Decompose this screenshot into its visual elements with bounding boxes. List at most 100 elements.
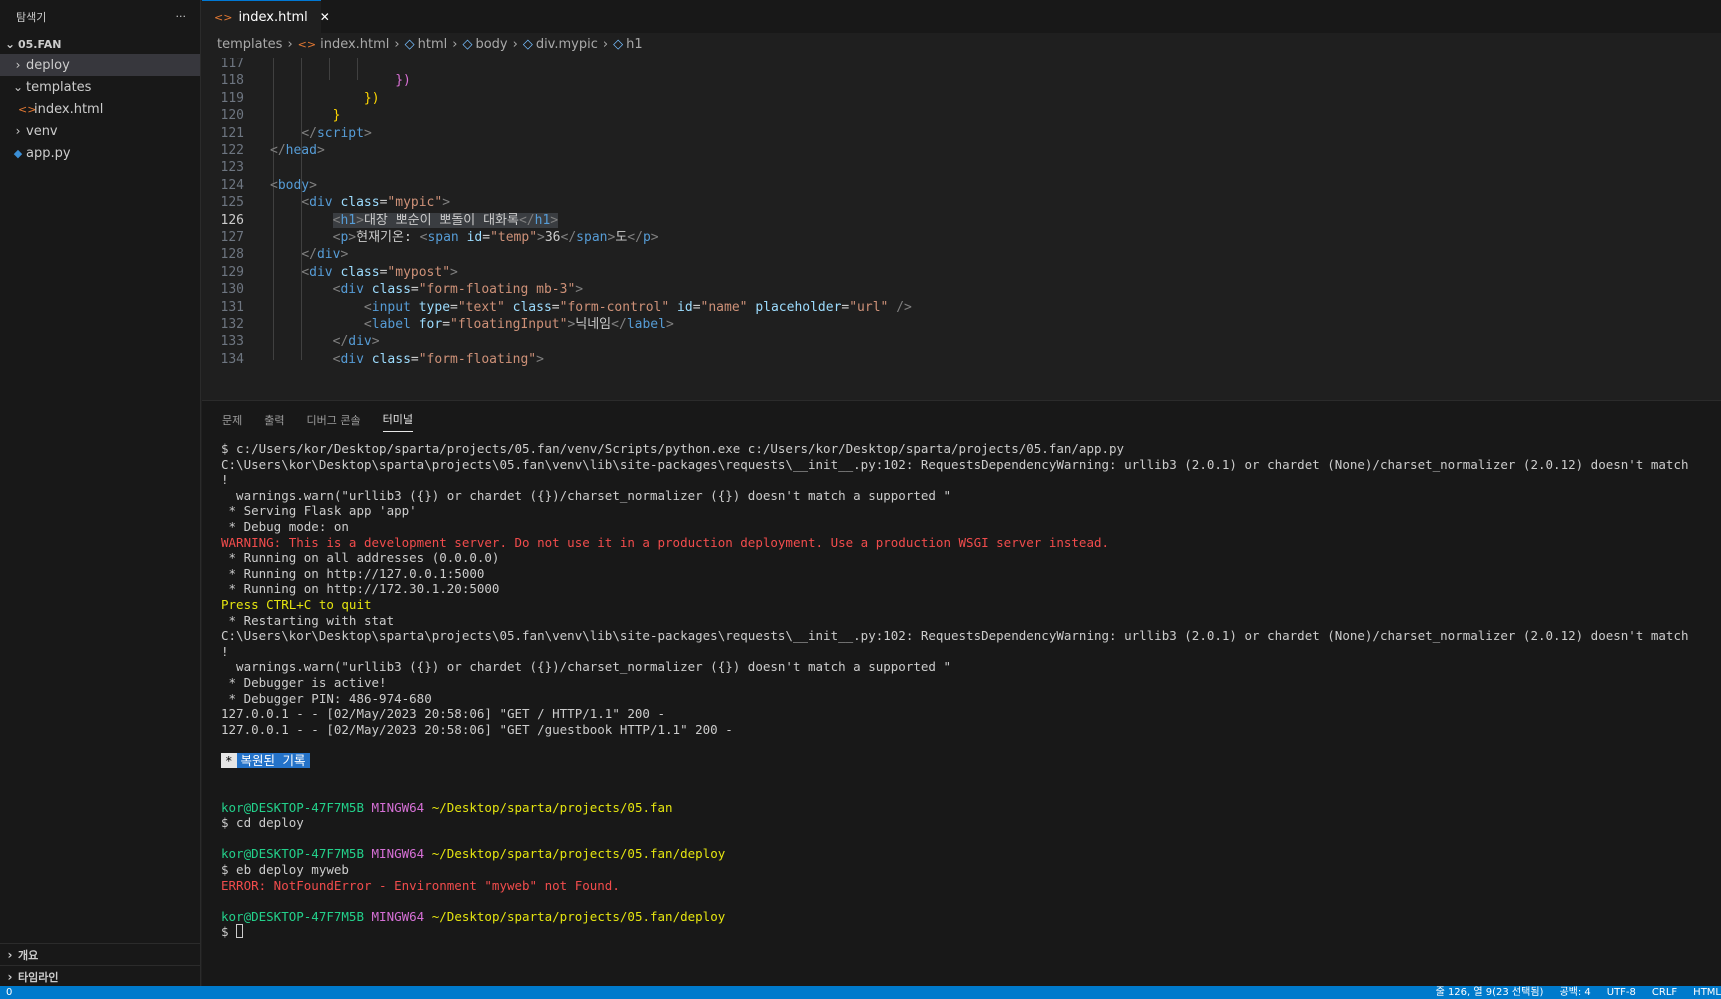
code-line[interactable]: <label for="floatingInput">닉네임</label> bbox=[270, 315, 674, 334]
tree-item-app-py[interactable]: ◆ app.py bbox=[0, 142, 200, 164]
terminal-line: $ eb deploy myweb bbox=[221, 862, 349, 878]
code-line[interactable]: <div class="mypic"> bbox=[270, 193, 450, 212]
code-line[interactable]: </div> bbox=[270, 245, 348, 264]
code-line[interactable]: }) bbox=[270, 71, 411, 90]
line-number: 133 bbox=[220, 334, 244, 350]
code-line[interactable]: </script> bbox=[270, 124, 371, 143]
terminal-line: $ bbox=[221, 924, 1721, 940]
restored-star: * bbox=[221, 752, 237, 768]
prompt-user: kor@DESKTOP-47F7M5B bbox=[221, 799, 364, 815]
panel-tab[interactable]: 디버그 콘솔 bbox=[307, 401, 361, 441]
code-line[interactable]: <h1>대장 뽀순이 뽀돌이 대화록</h1> bbox=[270, 211, 559, 230]
code-line[interactable]: </div> bbox=[270, 332, 380, 351]
terminal-line: * Restarting with stat bbox=[221, 612, 395, 628]
terminal-line: kor@DESKTOP-47F7M5B MINGW64 ~/Desktop/sp… bbox=[221, 909, 1721, 925]
breadcrumb-item[interactable]: templates bbox=[217, 37, 282, 52]
terminal-line: $ cd deploy bbox=[221, 815, 304, 831]
tree-item-label: templates bbox=[26, 79, 92, 95]
terminal-output[interactable]: $ c:/Users/kor/Desktop/sparta/projects/0… bbox=[221, 441, 1721, 940]
tree-item-deploy[interactable]: › deploy bbox=[0, 54, 200, 76]
code-line[interactable]: <div class="form-floating mb-3"> bbox=[270, 280, 583, 299]
explorer-title: 탐색기 bbox=[16, 10, 47, 24]
breadcrumb-item[interactable]: h1 bbox=[626, 37, 643, 52]
status-item[interactable]: 줄 126, 열 9(23 선택됨) bbox=[1436, 986, 1544, 999]
terminal-line: * Serving Flask app 'app' bbox=[221, 503, 417, 519]
status-item[interactable]: CRLF bbox=[1652, 986, 1677, 999]
terminal-line: * Debugger PIN: 486-974-680 bbox=[221, 690, 432, 706]
terminal-line: warnings.warn("urllib3 ({}) or chardet (… bbox=[221, 487, 951, 503]
terminal-line: ! bbox=[221, 643, 229, 659]
project-folder[interactable]: ⌄ 05.FAN bbox=[0, 34, 200, 54]
terminal-line: C:\Users\kor\Desktop\sparta\projects\05.… bbox=[221, 628, 1689, 644]
breadcrumb-item[interactable]: html bbox=[418, 37, 448, 52]
tree-item-templates[interactable]: ⌄ templates bbox=[0, 76, 200, 98]
chevron-right-icon: › bbox=[7, 969, 13, 984]
code-line[interactable]: <body> bbox=[270, 176, 317, 195]
breadcrumb-item[interactable]: body bbox=[475, 37, 507, 52]
terminal-cursor[interactable] bbox=[236, 924, 244, 939]
outline-section[interactable]: › 개요 bbox=[0, 943, 201, 965]
prompt-system: MINGW64 bbox=[371, 908, 425, 924]
prompt-system: MINGW64 bbox=[371, 846, 425, 862]
terminal-line: * Debug mode: on bbox=[221, 518, 349, 534]
prompt-system: MINGW64 bbox=[371, 799, 425, 815]
line-number: 118 bbox=[220, 73, 244, 89]
status-item[interactable]: HTML bbox=[1693, 986, 1721, 999]
terminal-line: Press CTRL+C to quit bbox=[221, 596, 372, 612]
chevron-right-icon: › bbox=[602, 36, 609, 52]
breadcrumb-item[interactable]: div.mypic bbox=[536, 37, 598, 52]
html-file-icon: <> bbox=[297, 37, 317, 51]
status-left[interactable]: 0 bbox=[6, 986, 12, 999]
line-number: 128 bbox=[220, 247, 244, 263]
element-icon: ◇ bbox=[522, 36, 533, 52]
breadcrumb-item[interactable]: index.html bbox=[320, 37, 389, 52]
chevron-right-icon: › bbox=[512, 36, 518, 52]
close-icon[interactable]: ✕ bbox=[320, 10, 330, 24]
tree-item-label: app.py bbox=[26, 145, 71, 161]
more-actions-icon[interactable]: ··· bbox=[176, 10, 187, 23]
panel-tab[interactable]: 출력 bbox=[264, 401, 284, 441]
chevron-right-icon: › bbox=[287, 36, 293, 52]
code-line[interactable]: <div class="form-floating"> bbox=[270, 350, 544, 369]
line-number: 119 bbox=[220, 90, 244, 106]
prompt-user: kor@DESKTOP-47F7M5B bbox=[221, 846, 364, 862]
line-number: 123 bbox=[220, 160, 244, 176]
tree-item-venv[interactable]: › venv bbox=[0, 120, 200, 142]
tab-index-html[interactable]: <> index.html ✕ bbox=[202, 0, 330, 33]
tree-item-index-html[interactable]: <> index.html bbox=[0, 98, 200, 120]
line-number: 134 bbox=[220, 351, 244, 367]
code-line[interactable]: <div class="mypost"> bbox=[270, 263, 458, 282]
code-line[interactable]: <p>현재기온: <span id="temp">36</span>도</p> bbox=[270, 228, 659, 247]
terminal-line: warnings.warn("urllib3 ({}) or chardet (… bbox=[221, 659, 951, 675]
terminal-line: WARNING: This is a development server. D… bbox=[221, 534, 1110, 550]
panel-tab[interactable]: 터미널 bbox=[382, 408, 413, 432]
line-number: 132 bbox=[220, 317, 244, 332]
status-item[interactable]: UTF-8 bbox=[1607, 986, 1636, 999]
prompt-path: ~/Desktop/sparta/projects/05.fan/deploy bbox=[431, 908, 726, 924]
project-name: 05.FAN bbox=[18, 37, 62, 51]
outline-label: 개요 bbox=[18, 948, 39, 962]
code-editor[interactable]: 117 118 }) 119 }) 120 } 121 </script> 122 </he… bbox=[202, 58, 1721, 400]
panel-tab[interactable]: 문제 bbox=[222, 401, 242, 441]
line-number: 127 bbox=[220, 230, 244, 245]
code-line[interactable]: }) bbox=[270, 89, 380, 108]
status-item[interactable]: 공백: 4 bbox=[1559, 986, 1590, 999]
code-line[interactable]: } bbox=[270, 106, 341, 125]
timeline-section[interactable]: › 타임라인 bbox=[0, 965, 201, 987]
prompt-path: ~/Desktop/sparta/projects/05.fan bbox=[431, 799, 673, 815]
terminal-line: ! bbox=[221, 472, 229, 488]
terminal-line: * Running on http://172.30.1.20:5000 bbox=[221, 581, 500, 597]
prompt-user: kor@DESKTOP-47F7M5B bbox=[221, 908, 364, 924]
code-line[interactable]: <input type="text" class="form-control" … bbox=[270, 298, 912, 317]
terminal-line: C:\Users\kor\Desktop\sparta\projects\05.… bbox=[221, 456, 1689, 472]
bottom-panel: 문제 출력 디버그 콘솔 터미널 $ c:/Users/kor/Desktop/spa… bbox=[202, 400, 1721, 986]
element-icon: ◇ bbox=[613, 36, 624, 52]
editor-tab-bar: <> index.html ✕ bbox=[202, 0, 1721, 33]
line-number: 121 bbox=[220, 125, 244, 141]
line-number: 124 bbox=[220, 177, 244, 193]
code-line[interactable]: </head> bbox=[270, 141, 325, 160]
